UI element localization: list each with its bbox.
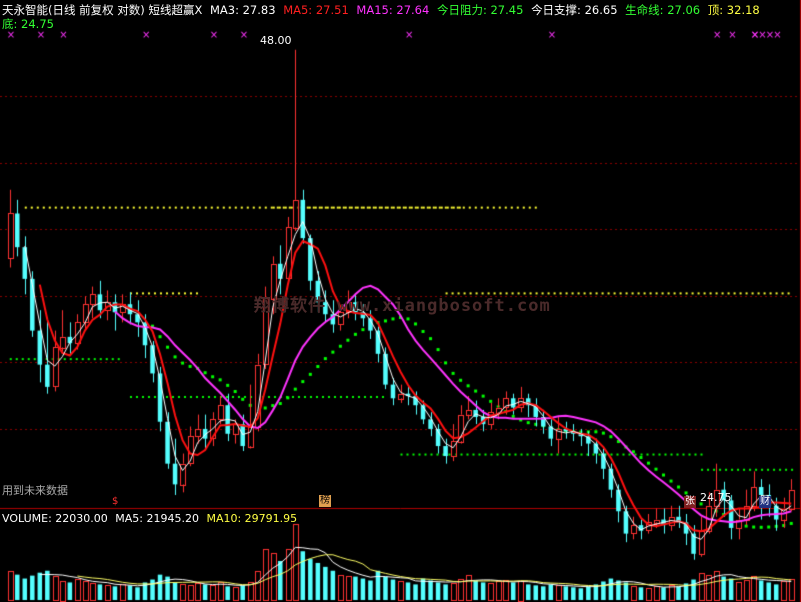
dollar-badge[interactable]: $ <box>111 496 119 508</box>
ma15-value: MA15: 27.64 <box>356 3 430 17</box>
life-line-value: 生命线: 27.06 <box>625 3 701 17</box>
volume-header: VOLUME: 22030.00 MA5: 21945.20 MA10: 297… <box>2 512 301 526</box>
limit-up-badge[interactable]: 张 <box>684 496 696 508</box>
bottom-value: 底: 24.75 <box>2 17 54 31</box>
support-value: 今日支撑: 26.65 <box>531 3 618 17</box>
volume-ma10-value: MA10: 29791.95 <box>206 512 298 525</box>
ma3-value: MA3: 27.83 <box>209 3 276 17</box>
ma5-value: MA5: 27.51 <box>283 3 349 17</box>
finance-badge[interactable]: 财 <box>759 496 771 508</box>
chart-title: 天永智能(日线 前复权 对数) 短线超赢X <box>2 3 203 17</box>
low-price-label: 24.75 <box>700 491 732 504</box>
watermark: 翔博软件 www.xiangbosoft.com <box>254 296 551 316</box>
volume-value: VOLUME: 22030.00 <box>2 512 108 525</box>
resistance-value: 今日阻力: 27.45 <box>436 3 524 17</box>
chart-header: 天永智能(日线 前复权 对数) 短线超赢X MA3: 27.83 MA5: 27… <box>2 3 764 17</box>
top-value: 顶: 32.18 <box>707 3 760 17</box>
rank-badge[interactable]: 榜 <box>319 495 331 507</box>
high-price-label: 48.00 <box>260 34 292 47</box>
chart-header-row2: 底: 24.75 <box>2 17 58 31</box>
volume-ma5-value: MA5: 21945.20 <box>115 512 199 525</box>
future-data-note: 用到未来数据 <box>2 484 68 497</box>
